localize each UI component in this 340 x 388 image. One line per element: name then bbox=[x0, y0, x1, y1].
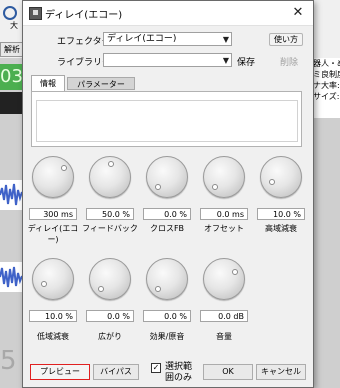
bypass-button[interactable]: バイパス bbox=[93, 364, 139, 380]
knob-spread[interactable] bbox=[89, 258, 131, 300]
analysis-tab[interactable]: 解析 bbox=[0, 42, 24, 57]
delay-effect-dialog: ディレイ(エコー) ✕ エフェクター ディレイ(エコー) ▼ 使い方 ライブラリ… bbox=[22, 0, 314, 388]
knob-wet-dry[interactable] bbox=[146, 258, 188, 300]
value-wet-dry[interactable]: 0.0 % bbox=[143, 310, 191, 322]
usage-button[interactable]: 使い方 bbox=[269, 33, 303, 46]
waveform-lower[interactable] bbox=[0, 262, 22, 292]
waveform-upper[interactable] bbox=[0, 180, 22, 210]
value-cross-fb[interactable]: 0.0 % bbox=[143, 208, 191, 220]
side-line: ミ良制度 bbox=[313, 70, 340, 79]
label-volume: 音量 bbox=[216, 332, 232, 341]
label-delay: ディレイ(エコー) bbox=[27, 224, 79, 244]
checkmark-icon: ✓ bbox=[152, 363, 160, 372]
value-delay[interactable]: 300 ms bbox=[29, 208, 77, 220]
cancel-button[interactable]: キャンセル bbox=[256, 364, 306, 380]
library-select[interactable]: ▼ bbox=[103, 53, 232, 67]
value-feedback[interactable]: 50.0 % bbox=[86, 208, 134, 220]
tab-info[interactable]: 情報 bbox=[31, 75, 65, 91]
preview-button[interactable]: プレビュー bbox=[30, 364, 90, 380]
info-panel bbox=[31, 91, 302, 147]
label-feedback: フィードバック bbox=[82, 224, 138, 233]
label-wet-dry: 効果/原音 bbox=[149, 332, 185, 341]
label-offset: オフセット bbox=[204, 224, 244, 233]
background-number: 5 bbox=[0, 346, 17, 376]
knob-indicator bbox=[108, 161, 114, 167]
delete-button[interactable]: 削除 bbox=[280, 55, 298, 68]
label-cross-fb: クロスFB bbox=[149, 224, 185, 233]
knob-indicator bbox=[98, 286, 104, 292]
close-button[interactable]: ✕ bbox=[289, 4, 307, 22]
knob-indicator bbox=[232, 269, 238, 275]
zoom-label: 大 bbox=[10, 21, 18, 30]
zoom-tool[interactable]: 大 bbox=[2, 4, 18, 30]
value-high-cut[interactable]: 10.0 % bbox=[257, 208, 305, 220]
knob-volume[interactable] bbox=[203, 258, 245, 300]
side-line: サイズ: 00 bbox=[313, 92, 340, 101]
info-side-panel: 器人・め ミ良制度 ナ大率: 1 サイズ: 00 bbox=[312, 58, 340, 118]
knob-indicator bbox=[155, 286, 161, 292]
dialog-title: ディレイ(エコー) bbox=[45, 10, 123, 21]
tab-parameters[interactable]: パラメーター bbox=[67, 77, 135, 90]
knob-cross-fb[interactable] bbox=[146, 156, 188, 198]
info-text-area bbox=[36, 100, 298, 142]
side-line: 器人・め bbox=[313, 59, 340, 68]
save-button[interactable]: 保存 bbox=[237, 55, 255, 68]
magnifier-icon bbox=[3, 6, 17, 20]
knob-indicator bbox=[61, 165, 67, 171]
knob-high-cut[interactable] bbox=[260, 156, 302, 198]
knob-feedback[interactable] bbox=[89, 156, 131, 198]
knob-indicator bbox=[155, 184, 161, 190]
knob-indicator bbox=[212, 184, 218, 190]
chevron-down-icon: ▼ bbox=[222, 35, 229, 44]
chevron-down-icon: ▼ bbox=[222, 56, 229, 65]
side-line: ナ大率: 1 bbox=[313, 81, 340, 90]
effector-value: ディレイ(エコー) bbox=[107, 34, 177, 44]
selection-only-label[interactable]: 選択範囲のみ bbox=[165, 362, 199, 384]
label-low-cut: 低域減衰 bbox=[37, 332, 69, 341]
time-display: 03 bbox=[0, 64, 22, 90]
dialog-titlebar[interactable]: ディレイ(エコー) ✕ bbox=[23, 1, 313, 26]
knob-delay[interactable] bbox=[32, 156, 74, 198]
transport-strip bbox=[0, 92, 22, 114]
value-offset[interactable]: 0.0 ms bbox=[200, 208, 248, 220]
effector-select[interactable]: ディレイ(エコー) ▼ bbox=[103, 32, 232, 46]
knob-offset[interactable] bbox=[203, 156, 245, 198]
knob-indicator bbox=[269, 179, 275, 185]
knob-indicator bbox=[41, 281, 47, 287]
value-volume[interactable]: 0.0 dB bbox=[200, 310, 248, 322]
knob-low-cut[interactable] bbox=[32, 258, 74, 300]
value-spread[interactable]: 0.0 % bbox=[86, 310, 134, 322]
selection-only-checkbox[interactable]: ✓ bbox=[151, 363, 161, 373]
label-high-cut: 高域減衰 bbox=[265, 224, 297, 233]
value-low-cut[interactable]: 10.0 % bbox=[29, 310, 77, 322]
label-spread: 広がり bbox=[98, 332, 122, 341]
ok-button[interactable]: OK bbox=[203, 364, 253, 380]
app-icon bbox=[29, 7, 42, 20]
